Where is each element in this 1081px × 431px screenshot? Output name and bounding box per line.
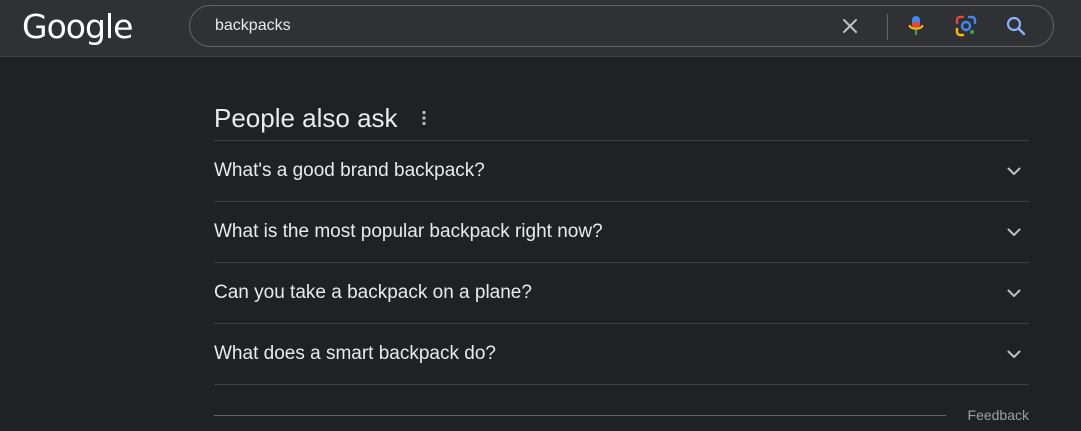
chevron-down-icon[interactable] bbox=[1005, 284, 1023, 302]
close-icon[interactable] bbox=[838, 14, 862, 38]
people-also-ask-title: People also ask bbox=[214, 102, 398, 133]
question-item[interactable]: What's a good brand backpack? bbox=[214, 140, 1029, 201]
people-also-ask-footer: Feedback bbox=[214, 384, 1029, 424]
chevron-down-icon[interactable] bbox=[1005, 345, 1023, 363]
footer-divider bbox=[214, 415, 946, 416]
search-input[interactable] bbox=[215, 6, 815, 46]
question-text: What does a smart backpack do? bbox=[214, 343, 496, 364]
search-icon[interactable] bbox=[1004, 14, 1028, 38]
microphone-icon[interactable] bbox=[904, 14, 928, 38]
top-bar: Google bbox=[0, 0, 1081, 57]
question-item[interactable]: What does a smart backpack do? bbox=[214, 323, 1029, 384]
more-options-icon[interactable] bbox=[420, 108, 428, 128]
search-box[interactable] bbox=[189, 5, 1054, 47]
people-also-ask-section: People also ask What's a good brand back… bbox=[214, 96, 1029, 424]
question-text: Can you take a backpack on a plane? bbox=[214, 282, 532, 303]
search-box-divider bbox=[887, 14, 888, 40]
google-logo[interactable]: Google bbox=[22, 7, 133, 46]
feedback-link[interactable]: Feedback bbox=[968, 407, 1029, 423]
people-also-ask-header: People also ask bbox=[214, 96, 1029, 140]
chevron-down-icon[interactable] bbox=[1005, 223, 1023, 241]
question-item[interactable]: What is the most popular backpack right … bbox=[214, 201, 1029, 262]
question-item[interactable]: Can you take a backpack on a plane? bbox=[214, 262, 1029, 323]
chevron-down-icon[interactable] bbox=[1005, 162, 1023, 180]
lens-icon[interactable] bbox=[954, 14, 978, 38]
question-text: What is the most popular backpack right … bbox=[214, 221, 603, 242]
question-text: What's a good brand backpack? bbox=[214, 160, 485, 181]
